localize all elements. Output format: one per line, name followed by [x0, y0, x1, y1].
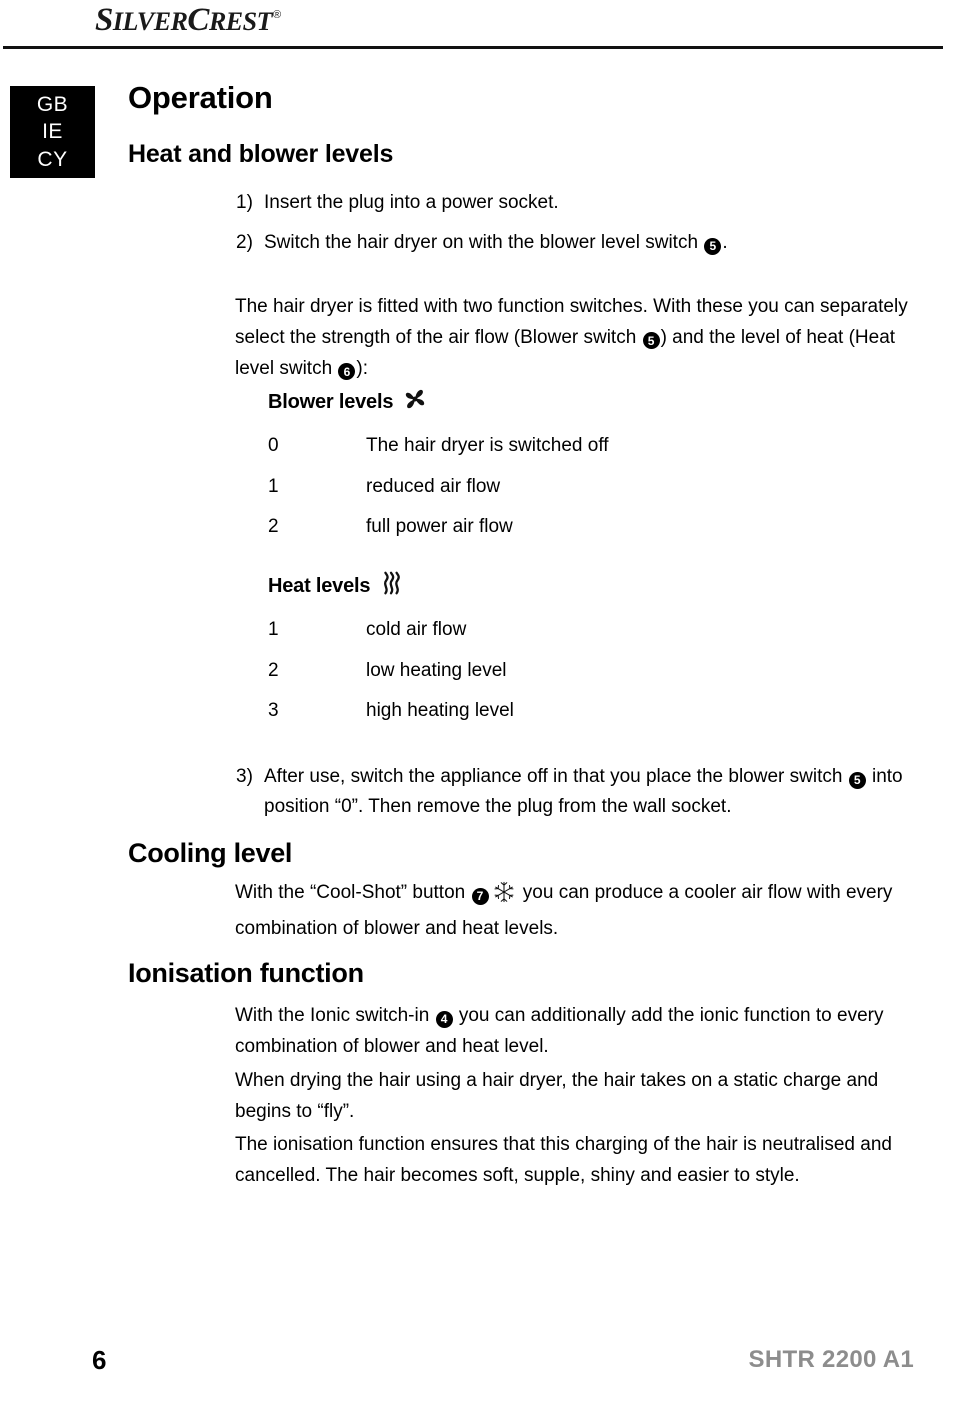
- blower-levels-heading: Blower levels: [268, 386, 868, 418]
- step-number: 3): [236, 766, 253, 787]
- header-divider: [3, 46, 943, 49]
- step-text: After use, switch the appliance off in t…: [264, 762, 936, 823]
- table-row: 1 reduced air flow: [268, 473, 868, 502]
- country-code-ie: IE: [42, 120, 63, 144]
- country-code-cy: CY: [37, 147, 68, 171]
- callout-marker-4: 4: [435, 1010, 453, 1028]
- ionisation-paragraph-1: With the Ionic switch-in 4 you can addit…: [235, 1001, 915, 1063]
- step-number: 2): [236, 232, 253, 254]
- cooling-level-paragraph: With the “Cool-Shot” button 7 you can pr…: [235, 878, 915, 945]
- heat-levels-label: Heat levels: [268, 574, 371, 597]
- callout-marker-7: 7: [471, 887, 489, 905]
- page-number: 6: [92, 1345, 107, 1375]
- intro-part-3: ):: [356, 357, 369, 379]
- ionisation-paragraph-3: The ionisation function ensures that thi…: [235, 1134, 892, 1186]
- section-subtitle: Heat and blower levels: [128, 140, 394, 168]
- ion-part-1: With the Ionic switch-in: [235, 1005, 435, 1026]
- level-description: full power air flow: [366, 516, 513, 537]
- ionisation-paragraph-2: When drying the hair using a hair dryer,…: [235, 1070, 879, 1122]
- step-text: Insert the plug into a power socket.: [264, 188, 926, 217]
- level-value: 1: [268, 475, 279, 497]
- callout-marker-6: 6: [338, 363, 356, 381]
- brand-text-2: C: [187, 2, 209, 38]
- callout-marker-5: 5: [848, 771, 866, 789]
- callout-marker-5: 5: [704, 237, 722, 255]
- numbered-step-list: 1) Insert the plug into a power socket. …: [236, 188, 926, 269]
- level-value: 2: [268, 516, 279, 537]
- country-code-gb: GB: [36, 92, 69, 116]
- step-text-body: Insert the plug into a power socket.: [264, 192, 559, 213]
- step3-part-1: After use, switch the appliance off in t…: [264, 766, 848, 787]
- blower-levels-label: Blower levels: [268, 390, 394, 413]
- fan-icon: [402, 386, 428, 418]
- list-item: 1) Insert the plug into a power socket.: [236, 188, 926, 217]
- level-description: low heating level: [366, 659, 507, 681]
- level-description: reduced air flow: [366, 475, 501, 497]
- table-row: 2 low heating level: [268, 657, 868, 686]
- registered-trademark-icon: ®: [272, 9, 281, 21]
- cooling-part-1: With the “Cool-Shot” button: [235, 882, 471, 903]
- table-row: 0 The hair dryer is switched off: [268, 432, 868, 461]
- brand-text-rest: ILVER: [112, 7, 188, 36]
- step-text-tail: .: [722, 232, 728, 254]
- model-number: SHTR 2200 A1: [748, 1346, 914, 1373]
- heat-waves-icon: [379, 570, 403, 602]
- level-description: cold air flow: [366, 619, 467, 640]
- table-row: 2 full power air flow: [268, 513, 868, 542]
- level-value: 1: [268, 619, 279, 640]
- level-value: 3: [268, 700, 279, 721]
- heat-levels-heading: Heat levels: [268, 570, 868, 602]
- cooling-level-heading: Cooling level: [128, 838, 293, 868]
- list-item: 2) Switch the hair dryer on with the blo…: [236, 228, 926, 257]
- level-value: 0: [268, 435, 279, 456]
- snowflake-icon: [493, 881, 515, 914]
- list-item: 3) After use, switch the appliance off i…: [236, 762, 936, 823]
- callout-marker-5: 5: [642, 332, 660, 350]
- blower-levels-block: Blower levels 0 The hair dryer is switch…: [268, 386, 868, 554]
- level-description: high heating level: [366, 700, 514, 721]
- table-row: 3 high heating level: [268, 697, 868, 726]
- step-number: 1): [236, 192, 253, 213]
- ionisation-function-heading: Ionisation function: [128, 958, 364, 988]
- level-value: 2: [268, 659, 279, 681]
- heat-levels-block: Heat levels 1 cold air flow 2 low heatin…: [268, 570, 868, 738]
- brand-text: S: [95, 2, 113, 38]
- intro-paragraph: The hair dryer is fitted with two functi…: [235, 292, 915, 384]
- step-text-body: Switch the hair dryer on with the blower…: [264, 232, 704, 254]
- step-text: Switch the hair dryer on with the blower…: [264, 228, 926, 257]
- brand-text-2-rest: REST: [208, 7, 273, 36]
- country-code-box: GB IE CY: [10, 86, 95, 178]
- silvercrest-logo: SILVERCREST®: [95, 2, 281, 39]
- table-row: 1 cold air flow: [268, 616, 868, 645]
- page-title: Operation: [128, 80, 273, 115]
- level-description: The hair dryer is switched off: [366, 435, 609, 456]
